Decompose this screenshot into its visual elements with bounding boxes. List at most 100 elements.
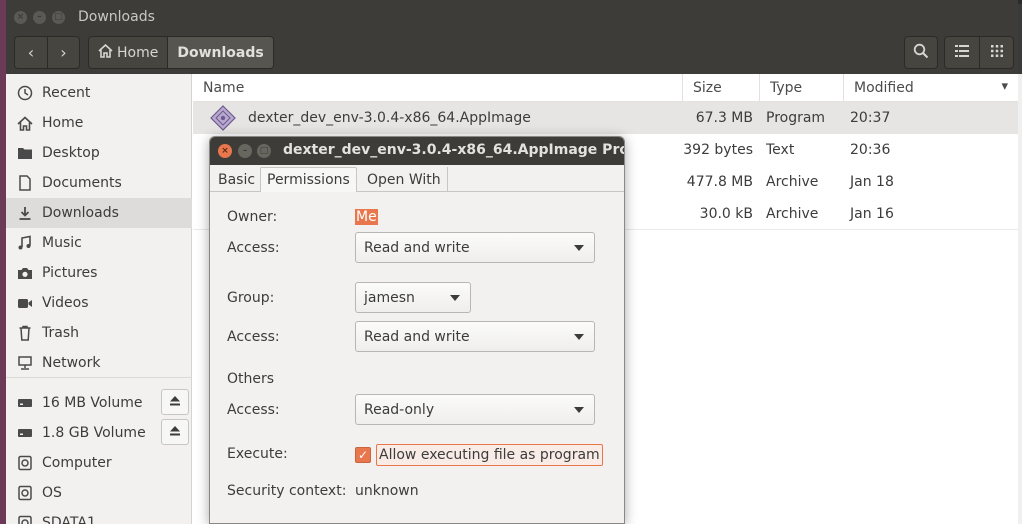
sidebar-label-videos: Videos [42,295,89,311]
file-type: Text [766,142,795,158]
sidebar-label-network: Network [42,355,101,371]
others-access-value: Read-only [364,401,435,418]
sidebar-item-recent[interactable]: Recent [6,78,192,108]
file-modified: Jan 18 [850,174,894,190]
search-button[interactable] [904,36,938,69]
group-label: Group: [227,290,275,306]
places-sidebar: Recent Home Desktop Documents Downloads [6,74,192,524]
sidebar-label-os: OS [42,485,62,501]
chevron-down-icon [574,245,584,251]
group-access-select[interactable]: Read and write [355,321,595,352]
eject-icon [169,395,181,409]
sidebar-item-home[interactable]: Home [6,108,192,138]
search-icon [913,43,929,63]
chevron-down-icon [574,334,584,340]
file-type: Archive [766,174,819,190]
sidebar-label-desktop: Desktop [42,145,100,161]
column-header-size[interactable]: Size [683,74,760,102]
chevron-down-icon [574,407,584,413]
sidebar-label-pictures: Pictures [42,265,98,281]
grid-view-icon [990,44,1003,61]
sidebar-item-computer[interactable]: Computer [6,448,192,478]
column-header-type[interactable]: Type [760,74,844,102]
execute-checkbox-row[interactable]: ✓ Allow executing file as program [355,444,603,466]
document-icon [16,174,34,192]
sidebar-item-music[interactable]: Music [6,228,192,258]
file-modified: 20:36 [850,142,891,158]
camera-icon [16,264,34,282]
eject-16mb-volume-button[interactable] [161,389,189,415]
tab-basic[interactable]: Basic [212,167,263,192]
table-row[interactable]: dexter_dev_env-3.0.4-x86_64.AppImage 67.… [193,102,1018,134]
group-select[interactable]: jamesn [355,282,471,313]
clock-icon [16,84,34,102]
execute-checkbox[interactable]: ✓ [355,447,371,463]
sidebar-item-sdata1[interactable]: SDATA1 [6,508,192,524]
sidebar-label-home: Home [42,115,84,131]
eject-1-8gb-volume-button[interactable] [161,419,189,445]
dialog-maximize-button[interactable]: □ [257,144,271,158]
desktop-right-strip [1018,74,1022,524]
sidebar-item-desktop[interactable]: Desktop [6,138,192,168]
grid-view-button[interactable] [979,37,1013,68]
path-label-home: Home [117,44,159,61]
sidebar-item-os[interactable]: OS [6,478,192,508]
tab-permissions[interactable]: Permissions [260,167,357,192]
home-icon [16,114,34,132]
column-header-name[interactable]: Name [193,74,683,102]
appimage-file-icon [210,105,236,131]
others-access-select[interactable]: Read-only [355,394,595,425]
file-type: Archive [766,206,819,222]
column-header-modified[interactable]: Modified ▾ [844,74,1018,102]
disk-icon [16,484,34,502]
folder-icon [16,144,34,162]
window-title: Downloads [78,9,155,25]
forward-button[interactable]: › [47,37,79,68]
column-label-size: Size [693,79,722,96]
header-bar: × – □ Downloads ‹ › Home Downloads [6,0,1018,74]
file-name: dexter_dev_env-3.0.4-x86_64.AppImage [248,110,531,126]
back-button[interactable]: ‹ [15,37,47,68]
path-button-home[interactable]: Home [89,37,167,68]
home-icon [98,43,113,62]
sidebar-item-trash[interactable]: Trash [6,318,192,348]
trash-icon [16,324,34,342]
dialog-tabs: Basic Permissions Open With [210,165,624,192]
sidebar-label-music: Music [42,235,82,251]
dialog-minimize-button[interactable]: – [238,144,252,158]
window-maximize-button[interactable]: □ [52,11,65,24]
sidebar-item-videos[interactable]: Videos [6,288,192,318]
file-size: 67.3 MB [695,110,753,126]
list-view-icon [955,44,969,61]
tab-label-open-with: Open With [367,171,441,188]
path-label-downloads: Downloads [177,44,264,61]
download-icon [16,204,34,222]
window-minimize-button[interactable]: – [33,11,46,24]
sidebar-item-pictures[interactable]: Pictures [6,258,192,288]
list-view-button[interactable] [945,37,979,68]
sidebar-label-sdata1: SDATA1 [42,515,96,524]
sidebar-item-documents[interactable]: Documents [6,168,192,198]
network-icon [16,354,34,372]
path-bar: Home Downloads [88,36,274,69]
sidebar-label-1-8gb-volume: 1.8 GB Volume [42,425,146,441]
window-close-button[interactable]: × [14,11,27,24]
tab-open-with[interactable]: Open With [361,167,448,192]
dialog-close-button[interactable]: × [218,144,232,158]
execute-label: Execute: [227,446,288,462]
security-context-value: unknown [355,483,419,499]
owner-access-select[interactable]: Read and write [355,232,595,263]
sidebar-label-computer: Computer [42,455,112,471]
tab-label-basic: Basic [218,171,256,188]
execute-checkbox-label[interactable]: Allow executing file as program [376,444,603,466]
chevron-left-icon: ‹ [27,43,35,62]
security-context-label: Security context: [227,483,347,499]
path-button-downloads[interactable]: Downloads [167,37,273,68]
sort-chevron-down-icon: ▾ [1001,79,1008,94]
tab-label-permissions: Permissions [267,172,350,188]
sidebar-item-network[interactable]: Network [6,348,192,378]
file-modified: Jan 16 [850,206,894,222]
sidebar-separator [6,377,192,378]
sidebar-label-recent: Recent [42,85,91,101]
sidebar-item-downloads[interactable]: Downloads [6,198,192,228]
